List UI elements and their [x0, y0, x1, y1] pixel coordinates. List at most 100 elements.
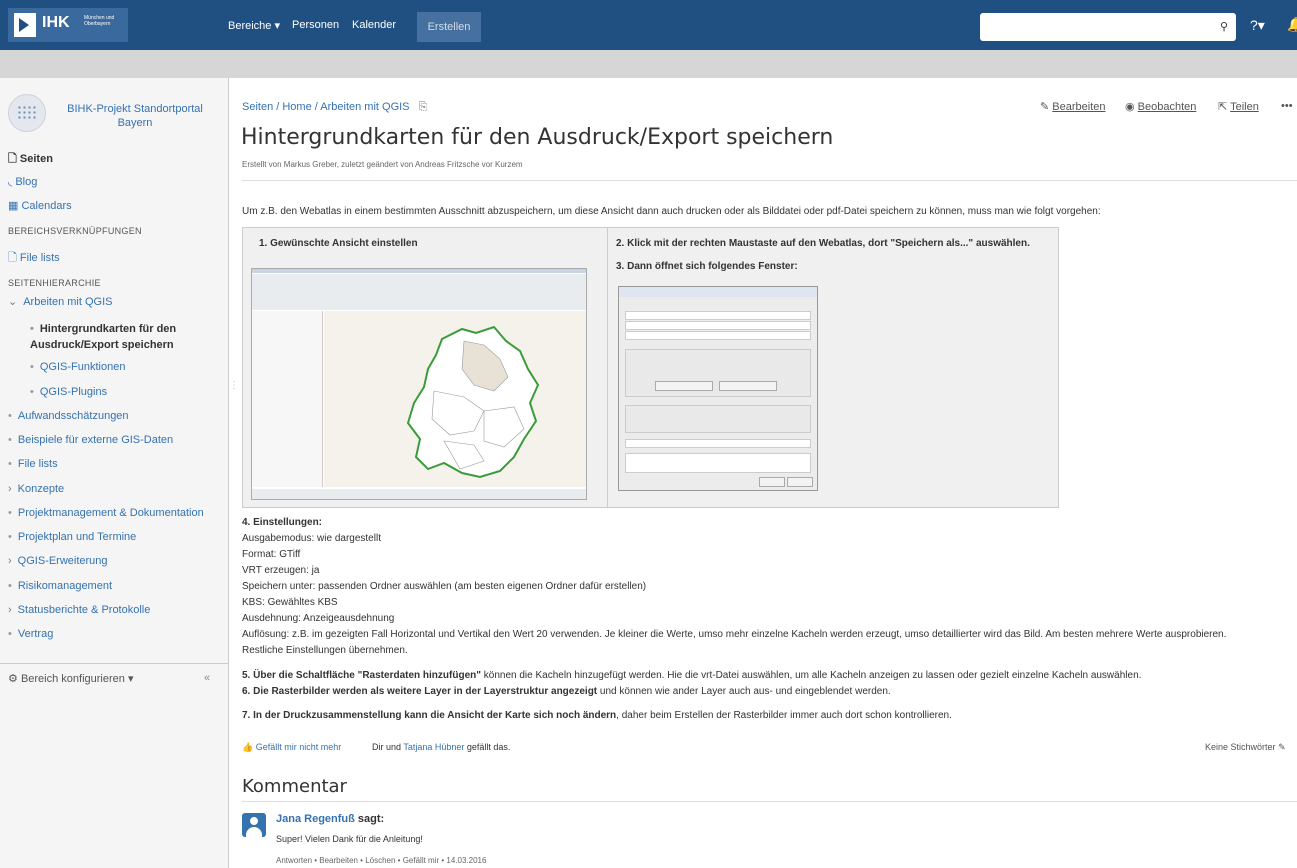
- pencil-icon[interactable]: ✎: [1278, 742, 1286, 752]
- tree-item-qgis-erweiterung[interactable]: › QGIS-Erweiterung: [8, 555, 108, 567]
- space-logo-icon[interactable]: [8, 94, 46, 132]
- notification-icon[interactable]: 🔔: [1287, 16, 1297, 33]
- qgis-screenshot-image[interactable]: [251, 268, 587, 500]
- sidebar-item-blog[interactable]: ◟ Blog: [8, 175, 37, 188]
- tree-item-label: Projektplan und Termine: [17, 531, 137, 543]
- chevron-right-icon[interactable]: ›: [8, 483, 12, 495]
- tree-item-vertrag[interactable]: • Vertrag: [8, 628, 53, 640]
- space-name-link[interactable]: BIHK-Projekt Standortportal Bayern: [55, 102, 215, 130]
- eye-icon: ◉: [1125, 101, 1135, 113]
- dialog-titlebar: [619, 287, 817, 297]
- save-raster-dialog-image[interactable]: [618, 286, 818, 491]
- step5-text: können die Kacheln hinzugefügt werden. H…: [480, 670, 1142, 681]
- step2-caption: 2. Klick mit der rechten Maustaste auf d…: [616, 238, 1030, 249]
- dialog-resolution-group: [625, 405, 811, 433]
- unlike-button[interactable]: 👍 Gefällt mir nicht mehr: [242, 742, 341, 753]
- page-tree-heading: SEITENHIERARCHIE: [8, 278, 101, 288]
- sidebar-item-file-lists[interactable]: 🗋 File lists: [8, 249, 60, 268]
- help-menu-icon[interactable]: ?▾: [1250, 17, 1265, 34]
- likes-summary: Dir und Tatjana Hübner gefällt das.: [372, 742, 510, 752]
- chevron-down-icon[interactable]: ⌄: [8, 296, 17, 308]
- nav-personen[interactable]: Personen: [292, 19, 339, 31]
- breadcrumb[interactable]: Seiten / Home / Arbeiten mit QGIS ⎘: [242, 101, 427, 114]
- tree-item-arbeiten-mit-qgis[interactable]: ⌄ Arbeiten mit QGIS: [8, 295, 112, 308]
- labels-area[interactable]: Keine Stichwörter ✎: [1205, 742, 1286, 753]
- top-navigation: IHK München und Oberbayern Bereiche ▾ Pe…: [0, 0, 1297, 50]
- tree-item-label: QGIS-Erweiterung: [17, 555, 108, 567]
- ihk-logo[interactable]: IHK München und Oberbayern: [8, 8, 128, 42]
- sidebar-divider: [0, 663, 228, 664]
- breadcrumb-text[interactable]: Seiten / Home / Arbeiten mit QGIS: [242, 101, 410, 113]
- tree-item-projektmanagement[interactable]: • Projektmanagement & Dokumentation: [8, 507, 204, 519]
- comment-author: Jana Regenfuß sagt:: [276, 813, 384, 825]
- watch-button[interactable]: ◉ Beobachten: [1125, 100, 1196, 113]
- tree-item-statusberichte[interactable]: › Statusberichte & Protokolle: [8, 604, 150, 616]
- dialog-field: [625, 439, 811, 448]
- dialog-button: [655, 381, 713, 391]
- tree-item-current[interactable]: • Hintergrundkarten für den Ausdruck/Expo…: [30, 321, 210, 353]
- more-actions-button[interactable]: •••: [1281, 100, 1293, 112]
- nav-bereiche[interactable]: Bereiche ▾: [228, 19, 280, 32]
- chevron-right-icon[interactable]: ›: [8, 555, 12, 567]
- attachment-icon[interactable]: ⎘: [419, 101, 428, 113]
- dialog-ok-button: [759, 477, 785, 487]
- bullet-icon: •: [8, 507, 12, 519]
- pages-icon: 🗋: [8, 153, 17, 165]
- screenshot-table: 1. Gewünschte Ansicht einstellen 2. Klic…: [242, 227, 1059, 508]
- edit-label: Bearbeiten: [1052, 101, 1106, 113]
- page-title: Hintergrundkarten für den Ausdruck/Expor…: [241, 125, 834, 150]
- tree-item-qgis-plugins[interactable]: • QGIS-Plugins: [30, 386, 107, 398]
- qgis-layer-panel: [252, 311, 323, 487]
- page-byline: Erstellt von Markus Greber, zuletzt geän…: [242, 160, 523, 169]
- tree-item-label: QGIS-Funktionen: [39, 361, 126, 373]
- bullet-icon: •: [30, 361, 34, 373]
- create-button[interactable]: Erstellen: [417, 12, 481, 42]
- calendar-icon: ▦: [8, 200, 19, 212]
- comments-heading: Kommentar: [242, 776, 347, 797]
- qgis-toolbars: [252, 274, 586, 310]
- sidebar-item-seiten[interactable]: 🗋 Seiten: [8, 150, 53, 169]
- share-label: Teilen: [1230, 101, 1259, 113]
- step7-paragraph: 7. In der Druckzusammenstellung kann die…: [242, 708, 952, 724]
- tree-item-label: Konzepte: [17, 483, 65, 495]
- logo-mark-icon: [14, 13, 36, 37]
- tree-item-risikomanagement[interactable]: • Risikomanagement: [8, 580, 112, 592]
- logo-text: IHK: [42, 14, 70, 31]
- tree-item-label: Hintergrundkarten für den Ausdruck/Expor…: [30, 323, 177, 351]
- avatar[interactable]: [242, 813, 266, 837]
- tree-item-projektplan[interactable]: • Projektplan und Termine: [8, 531, 136, 543]
- watch-label: Beobachten: [1137, 101, 1197, 113]
- configure-label: Bereich konfigurieren ▾: [20, 673, 134, 685]
- tree-item-konzepte[interactable]: › Konzepte: [8, 483, 64, 495]
- collapse-sidebar-button[interactable]: «: [204, 672, 210, 684]
- tree-item-label: Vertrag: [17, 628, 54, 640]
- step6-bold: 6. Die Rasterbilder werden als weitere L…: [242, 686, 598, 697]
- tree-item-qgis-funktionen[interactable]: • QGIS-Funktionen: [30, 361, 125, 373]
- sidebar-item-calendars[interactable]: ▦ Calendars: [8, 199, 72, 212]
- liker-link[interactable]: Tatjana Hübner: [403, 742, 464, 752]
- sidebar: BIHK-Projekt Standortportal Bayern 🗋 Sei…: [0, 78, 229, 868]
- settings-line: Restliche Einstellungen übernehmen.: [242, 645, 408, 656]
- comment-actions[interactable]: Antworten • Bearbeiten • Löschen • Gefäl…: [276, 856, 486, 865]
- edit-button[interactable]: ✎ Bearbeiten: [1040, 100, 1106, 113]
- sidebar-resize-handle[interactable]: ⋮: [229, 380, 239, 391]
- share-button[interactable]: ⇱ Teilen: [1218, 100, 1259, 113]
- comment-author-link[interactable]: Jana Regenfuß: [276, 813, 355, 825]
- dialog-field: [625, 331, 811, 340]
- tree-item-beispiele[interactable]: • Beispiele für externe GIS-Daten: [8, 434, 173, 446]
- bullet-icon: •: [8, 580, 12, 592]
- step5-bold: 5. Über die Schaltfläche "Rasterdaten hi…: [242, 670, 481, 681]
- search-icon[interactable]: ⚲: [1220, 20, 1228, 33]
- comment-says: sagt:: [354, 813, 385, 825]
- divider: [242, 801, 1297, 802]
- chevron-right-icon[interactable]: ›: [8, 604, 12, 616]
- configure-space-button[interactable]: ⚙ Bereich konfigurieren ▾: [8, 672, 133, 685]
- search-input[interactable]: ⚲: [980, 13, 1236, 41]
- tree-item-aufwandsschaetzungen[interactable]: • Aufwandsschätzungen: [8, 410, 129, 422]
- pencil-icon: ✎: [1040, 101, 1050, 113]
- labels-text: Keine Stichwörter: [1205, 742, 1276, 752]
- file-icon: 🗋: [8, 252, 17, 264]
- tree-item-file-lists[interactable]: • File lists: [8, 458, 58, 470]
- likes-prefix: Dir und: [372, 742, 404, 752]
- nav-kalender[interactable]: Kalender: [352, 19, 396, 31]
